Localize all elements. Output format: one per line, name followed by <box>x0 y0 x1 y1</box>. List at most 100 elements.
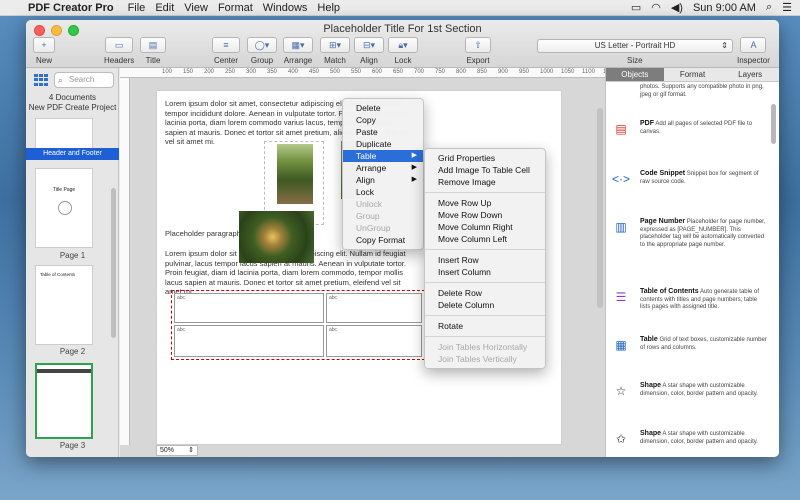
submenu-item-rotate[interactable]: Rotate <box>425 320 545 332</box>
ruler-mark: 850 <box>477 69 488 75</box>
menu-item-duplicate[interactable]: Duplicate <box>343 138 423 150</box>
menu-edit[interactable]: Edit <box>155 2 182 14</box>
zoom-select[interactable]: 50% ⇕ <box>156 445 198 456</box>
canvas-scrollbar[interactable] <box>597 108 603 308</box>
tab-format[interactable]: Format <box>664 68 722 81</box>
page-label-1: Page 1 <box>59 251 86 260</box>
menu-item-lock[interactable]: Lock <box>343 186 423 198</box>
menu-bar: PDF Creator Pro File Edit View Format Wi… <box>0 0 800 16</box>
align-icon: ⊟▾ <box>354 37 384 53</box>
match-icon: ⊞▾ <box>320 37 350 53</box>
star-icon: ☆ <box>615 384 627 398</box>
submenu-item-move-row-down[interactable]: Move Row Down <box>425 209 545 221</box>
menu-item-copy-format[interactable]: Copy Format <box>343 234 423 246</box>
table-submenu: Grid Properties Add Image To Table Cell Re… <box>424 148 546 369</box>
page-size-select[interactable]: US Letter - Portrait HD ⇕ <box>537 39 733 53</box>
submenu-item-move-column-left[interactable]: Move Column Left <box>425 233 545 245</box>
menu-windows[interactable]: Windows <box>263 2 316 14</box>
submenu-item-add-image-to-table-cell[interactable]: Add Image To Table Cell <box>425 164 545 176</box>
search-icon[interactable]: ⌕ <box>766 1 772 14</box>
ruler-mark: 300 <box>246 69 257 75</box>
object-table[interactable]: ▦ Table Grid of text boxes, customizable… <box>606 334 776 364</box>
menu-separator <box>425 249 545 250</box>
submenu-item-grid-properties[interactable]: Grid Properties <box>425 152 545 164</box>
table-object[interactable]: abc abc abc abc <box>171 290 425 360</box>
export-icon: ⇧ <box>465 37 491 53</box>
inspector-icon: A <box>740 37 767 53</box>
tab-layers[interactable]: Layers <box>721 68 779 81</box>
lock-button[interactable]: 🔒︎▾ Lock <box>388 37 418 65</box>
list-icon[interactable]: ☰ <box>782 1 792 14</box>
submenu-item-delete-row[interactable]: Delete Row <box>425 287 545 299</box>
submenu-item-delete-column[interactable]: Delete Column <box>425 299 545 311</box>
sidebar-scrollbar[interactable] <box>111 188 116 338</box>
menu-view[interactable]: View <box>184 2 216 14</box>
ruler-mark: 250 <box>225 69 236 75</box>
menu-item-align[interactable]: Align ▶ <box>343 174 423 186</box>
new-button[interactable]: + New <box>33 37 55 65</box>
export-button[interactable]: ⇧ Export <box>465 37 491 65</box>
title-button[interactable]: ▤ Title <box>140 37 166 65</box>
table-cell[interactable]: abc <box>326 293 422 323</box>
submenu-item-insert-row[interactable]: Insert Row <box>425 254 545 266</box>
submenu-item-join-tables-vertically: Join Tables Vertically <box>438 354 517 364</box>
header-footer-item[interactable]: Header and Footer <box>26 148 119 160</box>
volume-icon[interactable]: ◀) <box>671 1 683 14</box>
group-button[interactable]: ◯▾ Group <box>247 37 277 65</box>
object-code-snippet[interactable]: <·> Code Snippet Snippet box for segment… <box>606 168 776 208</box>
clock[interactable]: Sun 9:00 AM <box>693 2 756 14</box>
dandelion-image[interactable] <box>239 211 314 263</box>
menu-help[interactable]: Help <box>317 2 348 14</box>
object-photo[interactable]: photos. Supports any compatible photo in… <box>606 84 776 102</box>
arrange-button[interactable]: ▦▾ Arrange <box>283 37 313 65</box>
doc-count: 4 Documents <box>48 93 97 102</box>
table-cell[interactable]: abc <box>174 325 324 357</box>
code-icon: <·> <box>612 172 631 186</box>
menu-item-delete[interactable]: Delete <box>343 102 423 114</box>
object-shape-2[interactable]: ✩ Shape A star shape with customizable d… <box>606 428 776 457</box>
project-name[interactable]: New PDF Create Project <box>26 103 119 113</box>
inspector-button[interactable]: A Inspector <box>737 37 770 65</box>
page-thumb-1[interactable]: Title Page <box>35 168 93 248</box>
tab-objects[interactable]: Objects <box>606 68 664 81</box>
center-button[interactable]: ≡ Center <box>212 37 240 65</box>
inspector-tabs: Objects Format Layers <box>606 68 779 82</box>
menu-item-paste[interactable]: Paste <box>343 126 423 138</box>
grid-view-icon[interactable] <box>33 73 49 87</box>
object-pdf[interactable]: ▤ PDF Add all pages of selected PDF file… <box>606 118 776 158</box>
submenu-item-insert-column[interactable]: Insert Column <box>425 266 545 278</box>
ruler-mark: 400 <box>288 69 299 75</box>
arrange-icon: ▦▾ <box>283 37 313 53</box>
menu-separator <box>425 192 545 193</box>
search-input[interactable]: ⌕ Search <box>54 72 114 88</box>
object-page-number[interactable]: ▥ Page Number Placeholder for page numbe… <box>606 216 776 266</box>
object-shape[interactable]: ☆ Shape A star shape with customizable d… <box>606 380 776 416</box>
menu-item-arrange[interactable]: Arrange ▶ <box>343 162 423 174</box>
submenu-item-move-column-right[interactable]: Move Column Right <box>425 221 545 233</box>
submenu-item-remove-image[interactable]: Remove Image <box>425 176 545 188</box>
menu-item-copy[interactable]: Copy <box>343 114 423 126</box>
submenu-item-move-row-up[interactable]: Move Row Up <box>425 197 545 209</box>
headers-button[interactable]: ▭ Headers <box>104 37 134 65</box>
table-cell[interactable]: abc <box>326 325 422 357</box>
table-cell[interactable]: abc <box>174 293 324 323</box>
ruler-mark: 900 <box>498 69 509 75</box>
ruler-mark: 950 <box>519 69 530 75</box>
cast-icon[interactable]: ▭ <box>631 1 641 14</box>
page-thumb-3[interactable] <box>35 363 93 439</box>
menu-format[interactable]: Format <box>218 2 261 14</box>
ruler-mark: 550 <box>351 69 362 75</box>
page-thumb-2[interactable]: Table of Contents <box>35 265 93 345</box>
page-label-3: Page 3 <box>59 441 86 450</box>
align-button[interactable]: ⊟▾ Align <box>354 37 384 65</box>
wifi-icon[interactable]: ◠ <box>651 1 661 14</box>
ruler-mark: 450 <box>309 69 320 75</box>
menu-file[interactable]: File <box>128 2 154 14</box>
match-button[interactable]: ⊞▾ Match <box>320 37 350 65</box>
ruler-mark: 800 <box>456 69 467 75</box>
menu-app[interactable]: PDF Creator Pro <box>28 2 122 14</box>
object-table-of-contents[interactable]: ☰ Table of Contents Auto generate table … <box>606 286 776 326</box>
inspector-scrollbar[interactable] <box>771 104 776 144</box>
chevron-updown-icon: ⇕ <box>188 447 194 454</box>
menu-item-table[interactable]: Table ▶ <box>343 150 423 162</box>
